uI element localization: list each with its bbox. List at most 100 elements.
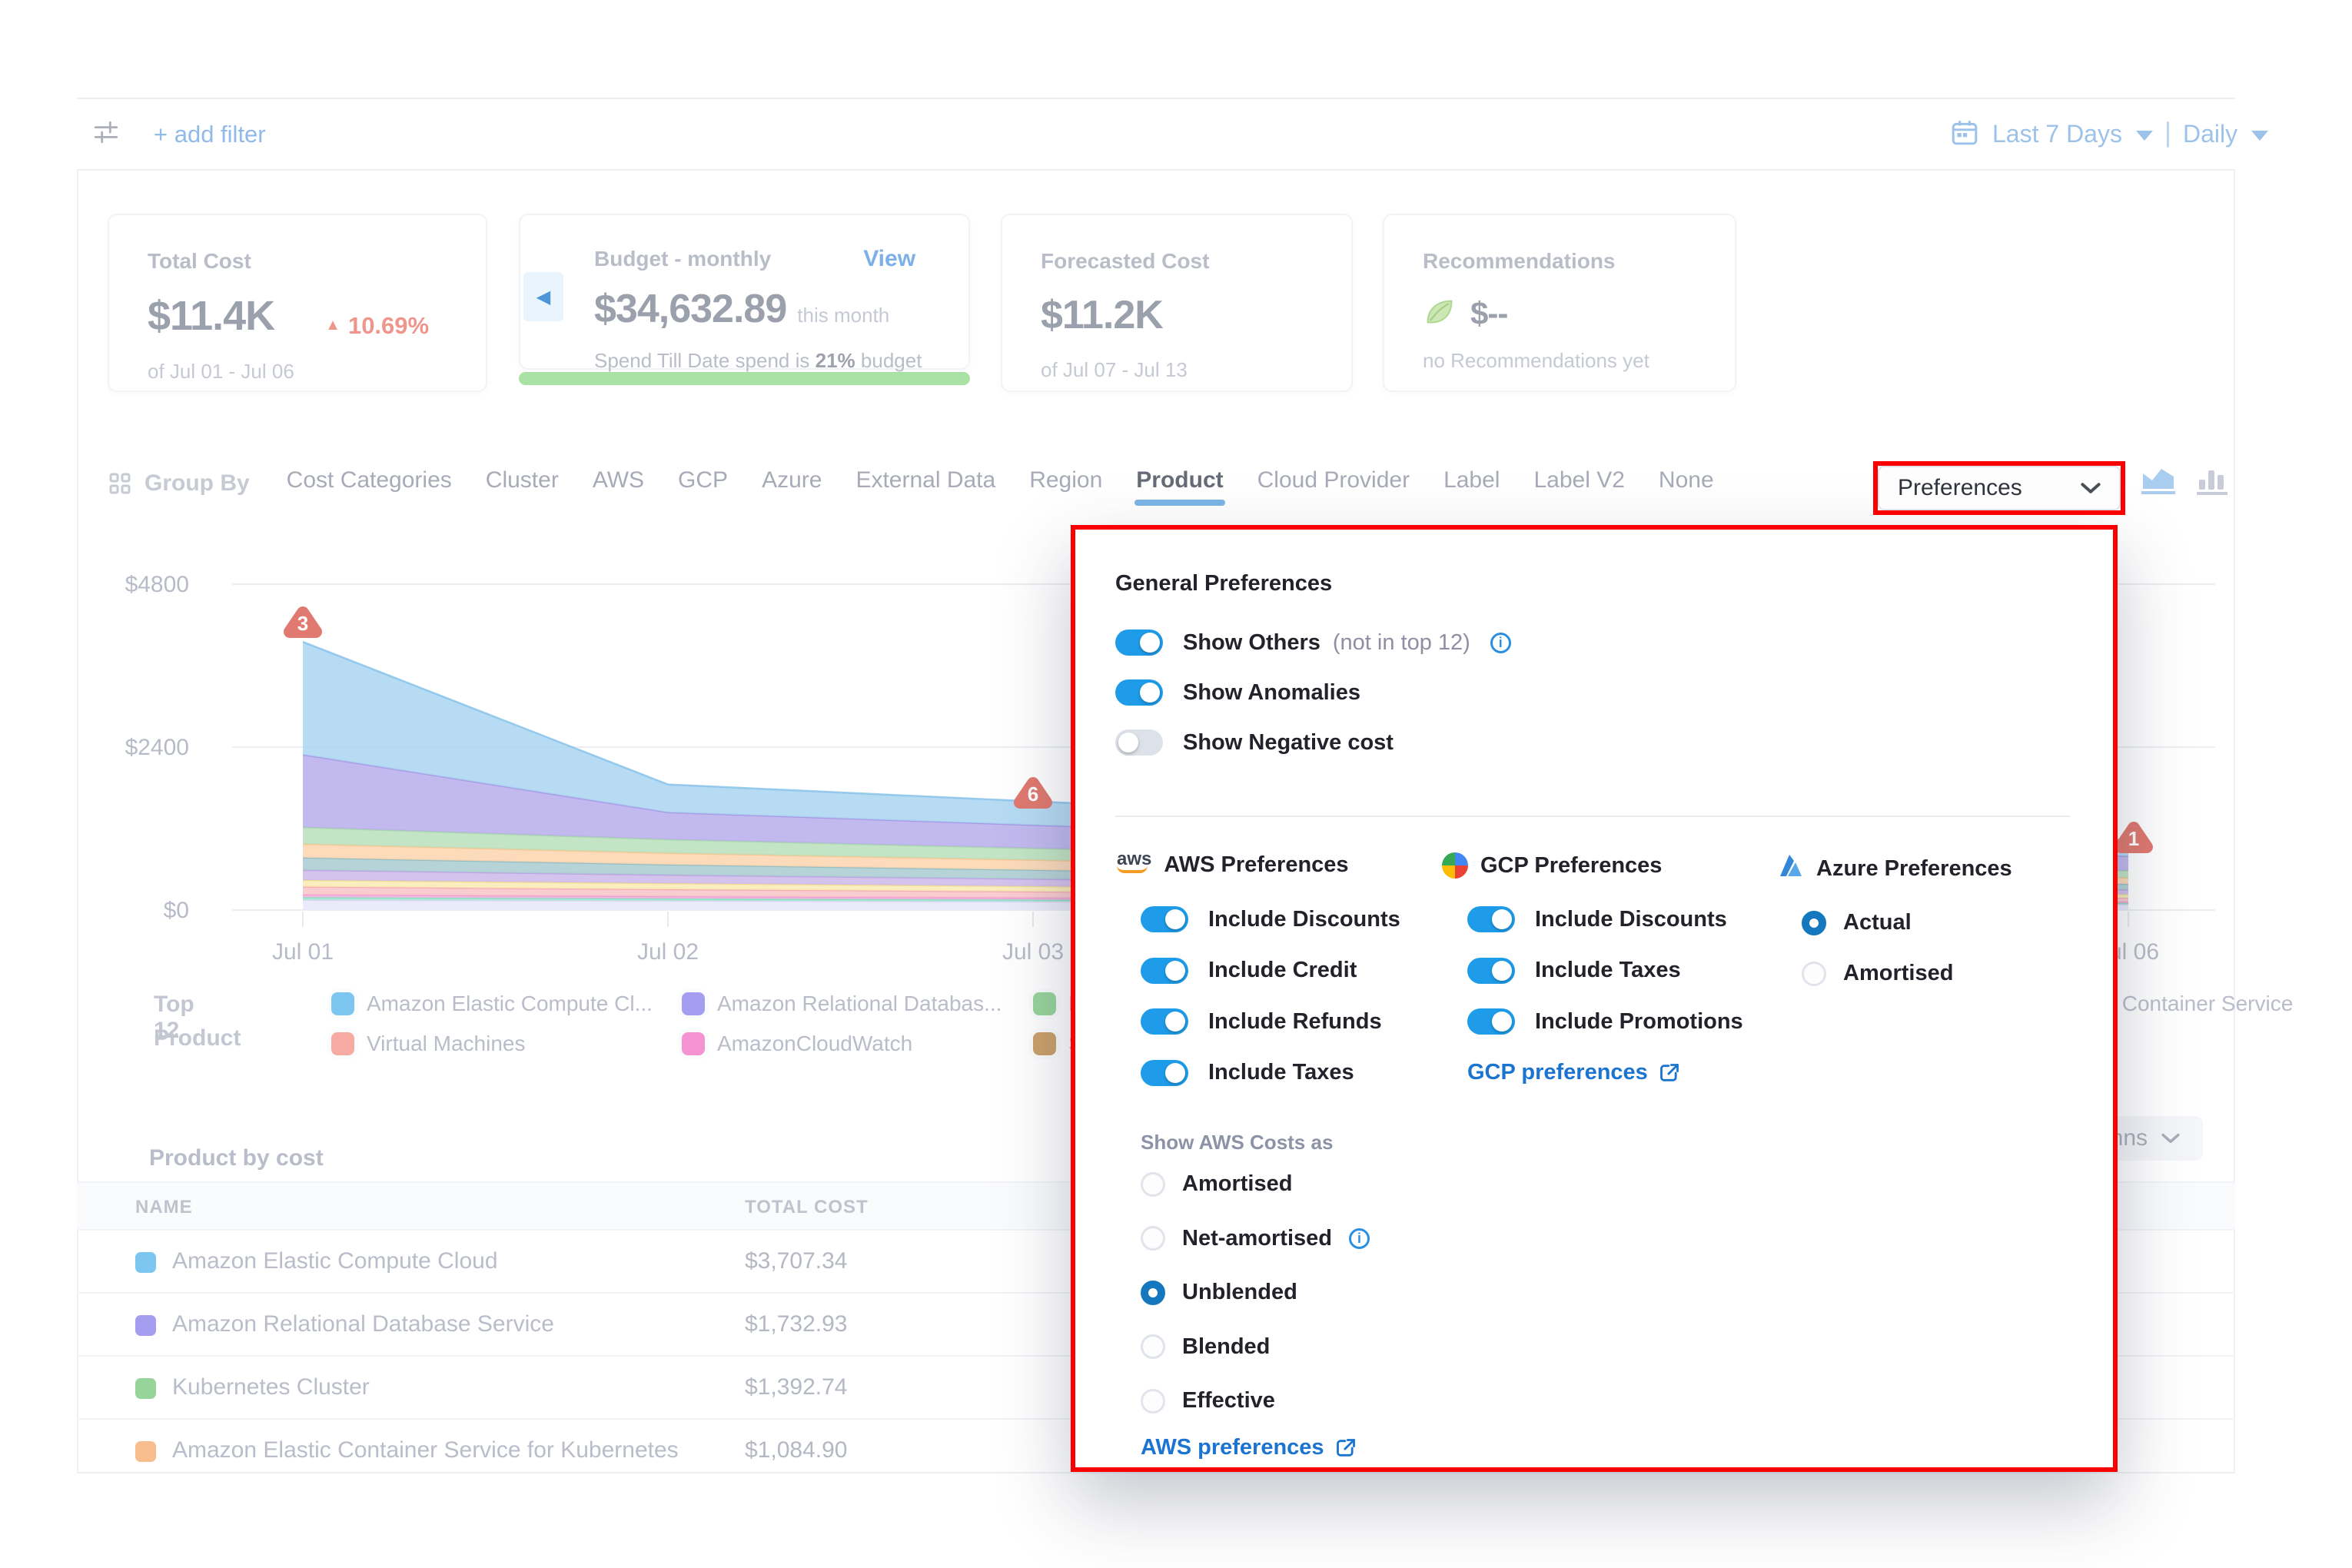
column-header-total-cost[interactable]: TOTAL COST — [745, 1197, 869, 1218]
y-axis-label: $2400 — [125, 735, 189, 760]
row-swatch — [135, 1315, 156, 1336]
toggle-on[interactable] — [1141, 906, 1188, 932]
date-range-dropdown[interactable]: Last 7 Days — [1992, 120, 2122, 148]
gcp-toggle-row: Include Discounts — [1467, 906, 1727, 932]
aws-cost-radio-row: Amortised — [1141, 1171, 1292, 1197]
toggle-on[interactable] — [1115, 630, 1163, 656]
legend-label: Virtual Machines — [367, 1031, 525, 1056]
row-swatch — [135, 1252, 156, 1273]
row-total-cost: $3,707.34 — [745, 1248, 847, 1274]
show-aws-costs-section: Show AWS Costs as AmortisedNet-amortised… — [1141, 1131, 1679, 1154]
filter-sliders-icon[interactable] — [92, 118, 120, 150]
granularity-dropdown[interactable]: Daily — [2183, 120, 2237, 148]
tab-region[interactable]: Region — [1028, 463, 1104, 504]
azure-preferences-section: Azure Preferences ActualAmortised — [1776, 852, 2084, 885]
radio-unselected[interactable] — [1802, 962, 1826, 986]
show-aws-costs-label: Show AWS Costs as — [1141, 1131, 1679, 1154]
y-axis-label: $4800 — [125, 572, 189, 597]
tab-aws[interactable]: AWS — [591, 463, 646, 504]
legend-swatch — [682, 1032, 705, 1055]
legend-swatch — [1033, 992, 1056, 1015]
radio-label: Actual — [1843, 910, 1912, 935]
filter-bar: + add filter — [77, 98, 2235, 171]
chevron-down-icon[interactable] — [2251, 131, 2268, 141]
toggle-label: Include Discounts — [1208, 907, 1400, 932]
toggle-label: Include Taxes — [1535, 958, 1681, 983]
legend-label: Amazon Elastic Compute Cl... — [367, 992, 653, 1016]
tab-azure[interactable]: Azure — [760, 463, 823, 504]
toggle-on[interactable] — [1141, 1060, 1188, 1086]
legend-group-label: Product — [154, 1025, 241, 1051]
legend-label: Amazon Relational Databas... — [717, 992, 1002, 1016]
azure-radio-row: Actual — [1802, 910, 1912, 935]
aws-preferences-link[interactable]: AWS preferences — [1141, 1435, 1357, 1460]
aws-cost-radio-row: Blended — [1141, 1334, 1270, 1360]
row-swatch — [135, 1378, 156, 1399]
tab-gcp[interactable]: GCP — [676, 463, 729, 504]
divider — [1115, 816, 2070, 817]
preferences-annotation-box: Preferences — [1873, 461, 2125, 515]
radio-unselected[interactable] — [1141, 1389, 1165, 1414]
toggle-on[interactable] — [1467, 958, 1515, 984]
aws-logo-icon: aws — [1117, 852, 1151, 873]
tab-cluster[interactable]: Cluster — [484, 463, 560, 504]
azure-logo-icon — [1776, 852, 1804, 885]
legend-item[interactable]: AmazonCloudWatch — [682, 1031, 912, 1056]
calendar-icon — [1951, 118, 1978, 150]
tab-cloud-provider[interactable]: Cloud Provider — [1256, 463, 1411, 504]
radio-selected[interactable] — [1802, 911, 1826, 935]
anomaly-count: 6 — [1028, 782, 1038, 806]
date-range-controls: Last 7 Days Daily — [1951, 98, 2268, 171]
general-toggle-row: Show Others(not in top 12)i — [1115, 630, 1511, 656]
preferences-dropdown-button[interactable]: Preferences — [1878, 466, 2121, 510]
add-filter-button[interactable]: + add filter — [154, 121, 266, 148]
chevron-down-icon[interactable] — [2136, 131, 2153, 141]
legend-item[interactable]: Virtual Machines — [331, 1031, 525, 1056]
radio-unselected[interactable] — [1141, 1226, 1165, 1251]
legend-item[interactable]: Amazon Relational Databas... — [682, 992, 1002, 1016]
row-total-cost: $1,732.93 — [745, 1311, 847, 1337]
grid-icon — [108, 471, 132, 496]
tab-external-data[interactable]: External Data — [854, 463, 997, 504]
toggle-on[interactable] — [1141, 1008, 1188, 1035]
radio-label: Unblended — [1182, 1280, 1297, 1305]
toggle-on[interactable] — [1467, 1008, 1515, 1035]
radio-label: Net-amortised — [1182, 1226, 1332, 1251]
tab-none[interactable]: None — [1657, 463, 1716, 504]
legend-item[interactable]: Amazon Elastic Compute Cl... — [331, 992, 653, 1016]
radio-selected[interactable] — [1141, 1281, 1165, 1305]
tab-label-v2[interactable]: Label V2 — [1532, 463, 1626, 504]
toggle-off[interactable] — [1115, 729, 1163, 756]
radio-unselected[interactable] — [1141, 1334, 1165, 1359]
divider — [2167, 121, 2169, 148]
row-name: Amazon Relational Database Service — [172, 1311, 554, 1337]
aws-toggle-row: Include Taxes — [1141, 1060, 1354, 1086]
toggle-on[interactable] — [1115, 679, 1163, 706]
radio-label: Blended — [1182, 1334, 1270, 1360]
chevron-down-icon — [2161, 1133, 2180, 1144]
info-icon[interactable]: i — [1490, 633, 1511, 653]
radio-unselected[interactable] — [1141, 1172, 1165, 1197]
chevron-down-icon — [2081, 482, 2101, 494]
gcp-preferences-link[interactable]: GCP preferences — [1467, 1060, 1680, 1085]
toggle-on[interactable] — [1141, 958, 1188, 984]
bar-chart-icon[interactable] — [2195, 464, 2229, 497]
toggle-note: (not in top 12) — [1333, 630, 1470, 656]
info-icon[interactable]: i — [1349, 1228, 1370, 1249]
general-preferences-title: General Preferences — [1115, 571, 1332, 596]
tab-label[interactable]: Label — [1442, 463, 1501, 504]
row-swatch — [135, 1441, 156, 1462]
toggle-label: Include Refunds — [1208, 1009, 1382, 1035]
aws-toggle-row: Include Refunds — [1141, 1008, 1382, 1035]
toggle-on[interactable] — [1467, 906, 1515, 932]
column-header-name[interactable]: NAME — [135, 1197, 193, 1218]
gcp-logo-icon — [1442, 852, 1468, 879]
x-axis-label: Jul 02 — [637, 939, 699, 965]
gcp-preferences-section: GCP Preferences Include DiscountsInclude… — [1442, 852, 1772, 879]
toggle-label: Include Taxes — [1208, 1060, 1354, 1085]
radio-label: Amortised — [1843, 961, 1953, 986]
y-axis-label: $0 — [164, 898, 189, 923]
tab-cost-categories[interactable]: Cost Categories — [285, 463, 453, 504]
area-chart-icon[interactable] — [2140, 464, 2177, 497]
tab-product[interactable]: Product — [1134, 463, 1224, 504]
